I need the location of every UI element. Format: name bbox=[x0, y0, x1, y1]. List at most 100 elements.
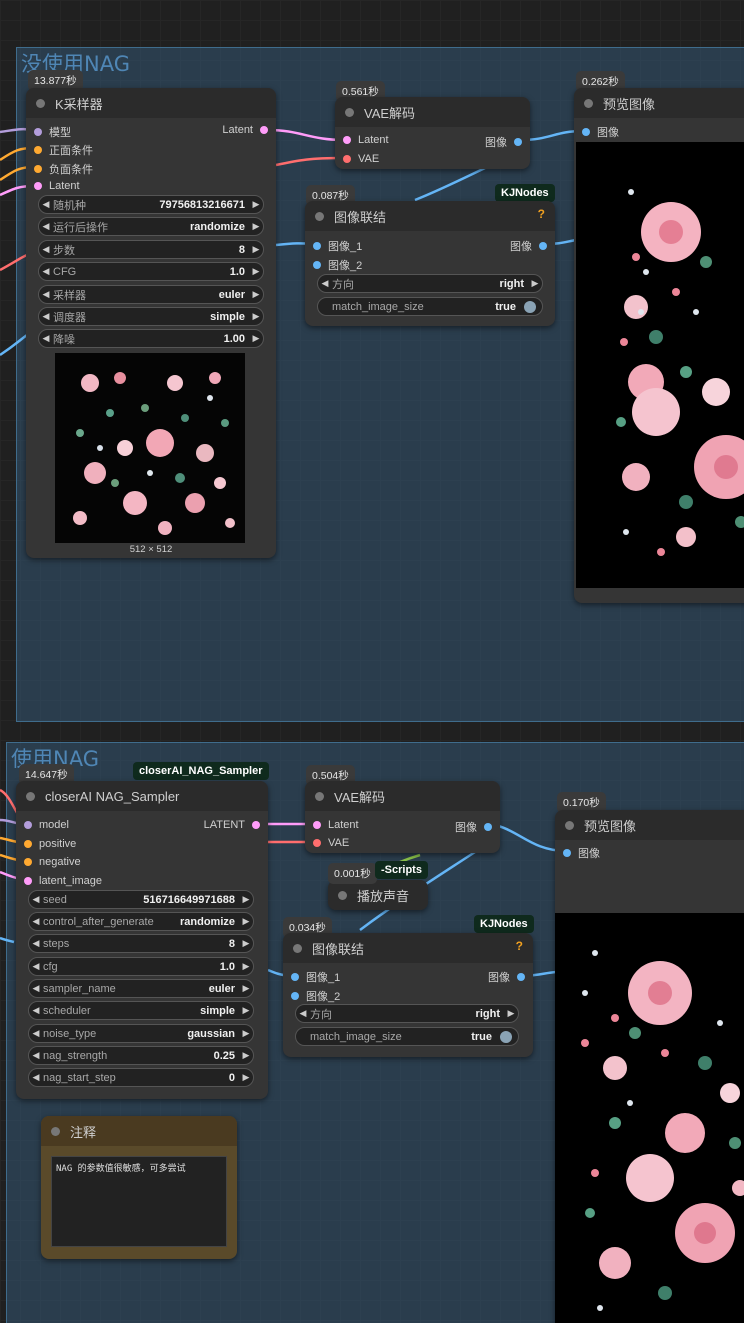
widget-steps[interactable]: ◀ 步数 8 ▶ bbox=[38, 240, 264, 259]
decrement-arrow-icon[interactable]: ◀ bbox=[29, 983, 43, 994]
widget-noise-type[interactable]: ◀ noise_type gaussian ▶ bbox=[28, 1024, 254, 1043]
output-image[interactable]: 图像 bbox=[488, 969, 525, 985]
increment-arrow-icon[interactable]: ▶ bbox=[504, 1008, 518, 1019]
decrement-arrow-icon[interactable]: ◀ bbox=[29, 1005, 43, 1016]
increment-arrow-icon[interactable]: ▶ bbox=[239, 1005, 253, 1016]
help-icon[interactable]: ? bbox=[516, 939, 523, 953]
preview-image-node[interactable]: 预览图像 图像 bbox=[555, 810, 744, 1323]
widget-denoise[interactable]: ◀ 降噪 1.00 ▶ bbox=[38, 329, 264, 348]
widget-seed[interactable]: ◀ 随机种 79756813216671 ▶ bbox=[38, 195, 264, 214]
collapse-dot-icon[interactable] bbox=[51, 1126, 60, 1136]
nag-sampler-node[interactable]: closerAI NAG_Sampler model LATENT positi… bbox=[16, 781, 268, 1099]
input-model[interactable]: 模型 bbox=[34, 124, 71, 140]
input-image-2[interactable]: 图像_2 bbox=[291, 988, 340, 1004]
note-textarea[interactable]: NAG 的参数值很敏感，可多尝试 bbox=[51, 1156, 227, 1247]
increment-arrow-icon[interactable]: ▶ bbox=[239, 916, 253, 927]
widget-control-after[interactable]: ◀ 运行后操作 randomize ▶ bbox=[38, 217, 264, 236]
node-header[interactable]: 图像联结 ? bbox=[305, 201, 555, 231]
widget-seed[interactable]: ◀ seed 516716649971688 ▶ bbox=[28, 890, 254, 909]
collapse-dot-icon[interactable] bbox=[345, 107, 354, 117]
input-positive[interactable]: positive bbox=[24, 838, 76, 850]
decrement-arrow-icon[interactable]: ◀ bbox=[296, 1008, 310, 1019]
vae-decode-node[interactable]: VAE解码 Latent 图像 VAE bbox=[335, 97, 530, 169]
node-header[interactable]: 预览图像 bbox=[574, 88, 744, 118]
collapse-dot-icon[interactable] bbox=[26, 791, 35, 801]
widget-match-image-size[interactable]: match_image_size true bbox=[295, 1027, 519, 1046]
increment-arrow-icon[interactable]: ▶ bbox=[239, 1028, 253, 1039]
widget-nag-start-step[interactable]: ◀ nag_start_step 0 ▶ bbox=[28, 1068, 254, 1087]
ksampler-node[interactable]: K采样器 模型 Latent 正面条件 负面条件 Latent ◀ 随机种 7975… bbox=[26, 88, 276, 558]
collapse-dot-icon[interactable] bbox=[36, 98, 45, 108]
input-image[interactable]: 图像 bbox=[582, 124, 619, 140]
increment-arrow-icon[interactable]: ▶ bbox=[239, 983, 253, 994]
input-negative[interactable]: negative bbox=[24, 856, 81, 868]
toggle-knob-icon[interactable] bbox=[524, 300, 536, 313]
input-vae[interactable]: VAE bbox=[313, 837, 349, 849]
decrement-arrow-icon[interactable]: ◀ bbox=[29, 894, 43, 905]
input-image-1[interactable]: 图像_1 bbox=[291, 969, 340, 985]
node-header[interactable]: 图像联结 ? bbox=[283, 933, 533, 963]
input-image-1[interactable]: 图像_1 bbox=[313, 238, 362, 254]
input-vae[interactable]: VAE bbox=[343, 153, 379, 165]
decrement-arrow-icon[interactable]: ◀ bbox=[29, 938, 43, 949]
increment-arrow-icon[interactable]: ▶ bbox=[528, 278, 542, 289]
output-image[interactable]: 图像 bbox=[485, 134, 522, 150]
output-latent[interactable]: Latent bbox=[222, 124, 268, 136]
decrement-arrow-icon[interactable]: ◀ bbox=[39, 266, 53, 277]
widget-match-image-size[interactable]: match_image_size true bbox=[317, 297, 543, 316]
input-positive[interactable]: 正面条件 bbox=[34, 142, 93, 158]
decrement-arrow-icon[interactable]: ◀ bbox=[29, 916, 43, 927]
increment-arrow-icon[interactable]: ▶ bbox=[249, 311, 263, 322]
node-header[interactable]: 注释 bbox=[41, 1116, 237, 1146]
decrement-arrow-icon[interactable]: ◀ bbox=[39, 221, 53, 232]
increment-arrow-icon[interactable]: ▶ bbox=[239, 938, 253, 949]
node-header[interactable]: closerAI NAG_Sampler bbox=[16, 781, 268, 811]
input-latent-image[interactable]: latent_image bbox=[24, 875, 102, 887]
widget-scheduler[interactable]: ◀ 调度器 simple ▶ bbox=[38, 307, 264, 326]
help-icon[interactable]: ? bbox=[538, 207, 545, 221]
play-sound-node[interactable]: 播放声音 bbox=[328, 880, 428, 910]
widget-cfg[interactable]: ◀ cfg 1.0 ▶ bbox=[28, 957, 254, 976]
output-latent[interactable]: LATENT bbox=[204, 819, 260, 831]
toggle-knob-icon[interactable] bbox=[500, 1030, 512, 1043]
node-header[interactable]: 播放声音 bbox=[328, 880, 428, 910]
vae-decode-node[interactable]: VAE解码 Latent 图像 VAE bbox=[305, 781, 500, 853]
collapse-dot-icon[interactable] bbox=[315, 791, 324, 801]
input-latent[interactable]: Latent bbox=[34, 180, 80, 192]
widget-steps[interactable]: ◀ steps 8 ▶ bbox=[28, 934, 254, 953]
increment-arrow-icon[interactable]: ▶ bbox=[239, 1072, 253, 1083]
widget-direction[interactable]: ◀ 方向 right ▶ bbox=[317, 274, 543, 293]
input-latent[interactable]: Latent bbox=[313, 819, 359, 831]
widget-cfg[interactable]: ◀ CFG 1.0 ▶ bbox=[38, 262, 264, 281]
decrement-arrow-icon[interactable]: ◀ bbox=[29, 1028, 43, 1039]
decrement-arrow-icon[interactable]: ◀ bbox=[39, 244, 53, 255]
input-negative[interactable]: 负面条件 bbox=[34, 161, 93, 177]
decrement-arrow-icon[interactable]: ◀ bbox=[29, 1050, 43, 1061]
increment-arrow-icon[interactable]: ▶ bbox=[239, 1050, 253, 1061]
node-header[interactable]: VAE解码 bbox=[335, 97, 530, 127]
decrement-arrow-icon[interactable]: ◀ bbox=[39, 311, 53, 322]
input-latent[interactable]: Latent bbox=[343, 134, 389, 146]
increment-arrow-icon[interactable]: ▶ bbox=[249, 199, 263, 210]
image-concat-node[interactable]: 图像联结 ? 图像_1 图像 图像_2 ◀ 方向 right ▶ match_imag… bbox=[305, 201, 555, 326]
increment-arrow-icon[interactable]: ▶ bbox=[249, 266, 263, 277]
increment-arrow-icon[interactable]: ▶ bbox=[249, 289, 263, 300]
decrement-arrow-icon[interactable]: ◀ bbox=[29, 1072, 43, 1083]
note-node[interactable]: 注释 NAG 的参数值很敏感，可多尝试 bbox=[41, 1116, 237, 1259]
increment-arrow-icon[interactable]: ▶ bbox=[249, 244, 263, 255]
collapse-dot-icon[interactable] bbox=[565, 820, 574, 830]
widget-sampler-name[interactable]: ◀ sampler_name euler ▶ bbox=[28, 979, 254, 998]
collapse-dot-icon[interactable] bbox=[315, 211, 324, 221]
decrement-arrow-icon[interactable]: ◀ bbox=[39, 333, 53, 344]
collapse-dot-icon[interactable] bbox=[293, 943, 302, 953]
node-header[interactable]: 预览图像 bbox=[555, 810, 744, 840]
widget-direction[interactable]: ◀ 方向 right ▶ bbox=[295, 1004, 519, 1023]
input-model[interactable]: model bbox=[24, 819, 69, 831]
collapse-dot-icon[interactable] bbox=[338, 890, 347, 900]
decrement-arrow-icon[interactable]: ◀ bbox=[318, 278, 332, 289]
input-image-2[interactable]: 图像_2 bbox=[313, 257, 362, 273]
widget-control-after-generate[interactable]: ◀ control_after_generate randomize ▶ bbox=[28, 912, 254, 931]
increment-arrow-icon[interactable]: ▶ bbox=[239, 894, 253, 905]
widget-scheduler[interactable]: ◀ scheduler simple ▶ bbox=[28, 1001, 254, 1020]
preview-image-node[interactable]: 预览图像 图像 bbox=[574, 88, 744, 603]
